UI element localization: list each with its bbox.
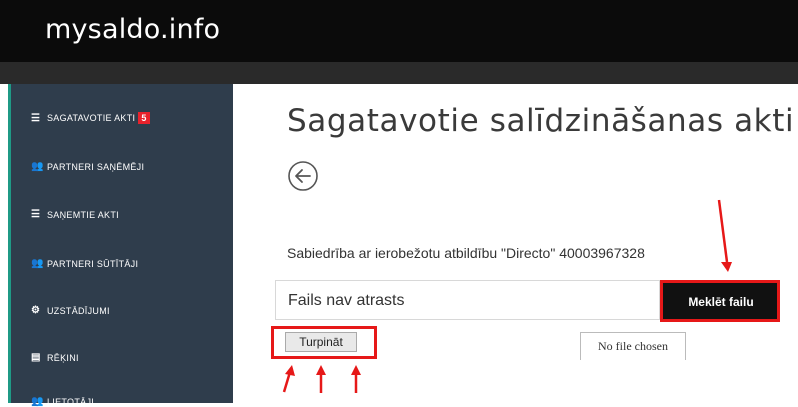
annotation-arrowhead (721, 262, 732, 272)
annotation-arrowhead (351, 365, 361, 375)
annotation-arrow (717, 199, 729, 263)
annotation-arrow (282, 371, 292, 393)
annotation-arrows (282, 199, 732, 393)
annotation-arrowhead (316, 365, 326, 375)
annotation-arrowhead (285, 365, 295, 376)
